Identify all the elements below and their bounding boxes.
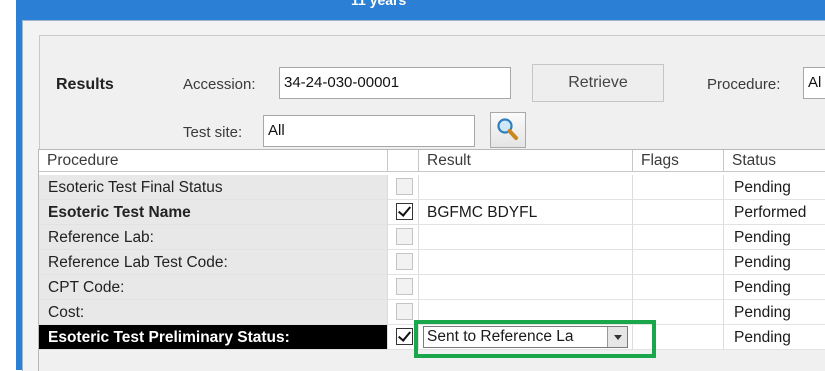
search-button[interactable] xyxy=(490,112,526,148)
row-checkbox[interactable] xyxy=(396,253,413,270)
row-checkbox-cell[interactable] xyxy=(388,200,419,225)
result-cell[interactable] xyxy=(419,175,633,200)
table-row[interactable]: Esoteric Test Final Status Pending xyxy=(39,175,825,200)
column-header-procedure[interactable]: Procedure xyxy=(39,150,388,172)
procedure-cell: Esoteric Test Preliminary Status: xyxy=(39,325,388,350)
status-cell: Pending xyxy=(724,300,825,325)
procedure-cell: Esoteric Test Name xyxy=(39,200,388,225)
table-row[interactable]: Reference Lab Test Code: Pending xyxy=(39,250,825,275)
row-checkbox[interactable] xyxy=(396,178,413,195)
row-checkbox-cell[interactable] xyxy=(388,225,419,250)
flags-cell xyxy=(633,275,724,300)
flags-cell xyxy=(633,175,724,200)
row-checkbox[interactable] xyxy=(396,328,413,345)
window-title-bar: 11 years xyxy=(16,0,825,20)
status-cell: Pending xyxy=(724,325,825,350)
row-checkbox[interactable] xyxy=(396,228,413,245)
row-checkbox-cell[interactable] xyxy=(388,250,419,275)
status-cell: Pending xyxy=(724,225,825,250)
result-cell[interactable]: BGFMC BDYFL xyxy=(419,200,633,225)
magnifier-icon xyxy=(497,118,518,140)
column-header-result[interactable]: Result xyxy=(419,150,633,172)
row-checkbox[interactable] xyxy=(396,303,413,320)
window-title: 11 years xyxy=(351,0,407,8)
retrieve-button[interactable]: Retrieve xyxy=(532,64,664,102)
status-cell: Performed xyxy=(724,200,825,225)
column-header-flags[interactable]: Flags xyxy=(633,150,724,172)
result-cell[interactable] xyxy=(419,250,633,275)
column-header-status[interactable]: Status xyxy=(724,150,825,172)
result-cell[interactable] xyxy=(419,275,633,300)
status-cell: Pending xyxy=(724,275,825,300)
test-site-input[interactable]: All xyxy=(263,115,475,147)
status-cell: Pending xyxy=(724,175,825,200)
procedure-label: Procedure: xyxy=(707,76,781,93)
highlight-annotation xyxy=(414,320,656,358)
results-heading: Results xyxy=(56,76,114,93)
procedure-cell: Cost: xyxy=(39,300,388,325)
flags-cell xyxy=(633,250,724,275)
table-row[interactable]: Reference Lab: Pending xyxy=(39,225,825,250)
column-header-check[interactable] xyxy=(388,150,419,172)
procedure-cell: Reference Lab: xyxy=(39,225,388,250)
flags-cell xyxy=(633,200,724,225)
procedure-cell: CPT Code: xyxy=(39,275,388,300)
table-row[interactable]: CPT Code: Pending xyxy=(39,275,825,300)
accession-label: Accession: xyxy=(183,76,256,93)
result-cell[interactable] xyxy=(419,225,633,250)
procedure-cell: Reference Lab Test Code: xyxy=(39,250,388,275)
row-checkbox[interactable] xyxy=(396,278,413,295)
row-checkbox-cell[interactable] xyxy=(388,175,419,200)
row-checkbox-cell[interactable] xyxy=(388,275,419,300)
accession-input[interactable]: 34-24-030-00001 xyxy=(279,67,511,99)
procedure-select[interactable]: Al xyxy=(803,67,825,99)
procedure-cell: Esoteric Test Final Status xyxy=(39,175,388,200)
table-row[interactable]: Esoteric Test Name BGFMC BDYFL Performed xyxy=(39,200,825,225)
row-checkbox[interactable] xyxy=(396,203,413,220)
status-cell: Pending xyxy=(724,250,825,275)
flags-cell xyxy=(633,225,724,250)
test-site-label: Test site: xyxy=(183,124,243,141)
